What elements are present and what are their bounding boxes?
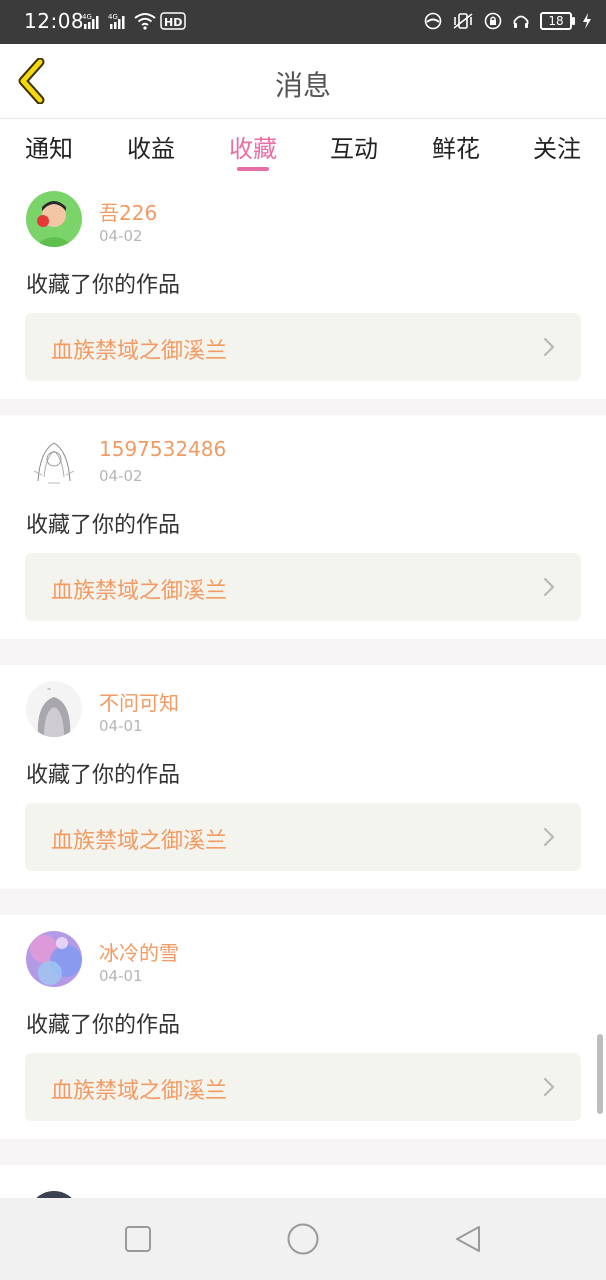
- square-icon[interactable]: [123, 1224, 153, 1254]
- status-bar: 12:08 4G 4G HD 18: [0, 0, 606, 44]
- system-nav-bar: [0, 1198, 606, 1280]
- message-action: 收藏了你的作品: [26, 513, 181, 538]
- work-title: 血族禁域之御溪兰: [51, 339, 228, 364]
- avatar[interactable]: [26, 191, 82, 247]
- vibrate-icon: [453, 13, 473, 29]
- svg-text:HD: HD: [164, 16, 182, 29]
- circle-icon[interactable]: [286, 1222, 320, 1256]
- avatar[interactable]: ~: [26, 681, 82, 737]
- username[interactable]: 吾226: [99, 197, 157, 226]
- svg-text:~: ~: [47, 687, 51, 693]
- camera-icon: [424, 12, 442, 30]
- message-date: 04-02: [99, 467, 143, 485]
- tab-notification[interactable]: 通知: [25, 129, 73, 164]
- message-action: 收藏了你的作品: [26, 763, 181, 788]
- chevron-right-icon: [543, 1077, 555, 1097]
- username[interactable]: 1597532486: [99, 437, 226, 461]
- chevron-right-icon: [543, 577, 555, 597]
- active-tab-indicator: [237, 167, 269, 171]
- scrollbar[interactable]: [597, 1034, 603, 1114]
- work-link[interactable]: 血族禁域之御溪兰: [25, 313, 581, 381]
- message-date: 04-01: [99, 967, 143, 985]
- triangle-back-icon[interactable]: [453, 1224, 483, 1254]
- wifi-icon: [134, 13, 156, 30]
- message-date: 04-02: [99, 227, 143, 245]
- work-title: 血族禁域之御溪兰: [51, 1079, 228, 1104]
- avatar[interactable]: [26, 431, 82, 487]
- chevron-right-icon: [543, 827, 555, 847]
- work-link[interactable]: 血族禁域之御溪兰: [25, 803, 581, 871]
- avatar-image: [26, 431, 82, 487]
- username[interactable]: 不问可知: [99, 687, 179, 716]
- tab-earnings[interactable]: 收益: [127, 129, 175, 164]
- hd-icon: HD: [160, 12, 186, 30]
- list-item: 冰冷的雪 04-01 收藏了你的作品 血族禁域之御溪兰: [0, 915, 606, 1139]
- page-title: 消息: [274, 69, 331, 102]
- battery-icon: 18: [540, 12, 575, 30]
- signal-icon: 4G: [108, 13, 125, 29]
- app-header: 消息: [0, 44, 606, 119]
- svg-text:4G: 4G: [82, 13, 92, 21]
- lock-icon: [484, 12, 502, 30]
- work-link[interactable]: 血族禁域之御溪兰: [25, 1053, 581, 1121]
- tab-follow[interactable]: 关注: [533, 129, 581, 164]
- work-title: 血族禁域之御溪兰: [51, 829, 228, 854]
- avatar[interactable]: [26, 931, 82, 987]
- avatar-image: ~: [26, 681, 82, 737]
- status-time: 12:08: [24, 9, 85, 33]
- chevron-right-icon: [543, 337, 555, 357]
- message-tabs: 通知 收益 收藏 互动 鲜花 关注: [0, 119, 606, 175]
- username[interactable]: 冰冷的雪: [99, 937, 179, 966]
- work-link[interactable]: 血族禁域之御溪兰: [25, 553, 581, 621]
- message-date: 04-01: [99, 717, 143, 735]
- work-title: 血族禁域之御溪兰: [51, 579, 228, 604]
- network-indicators: 4G 4G HD: [82, 12, 186, 30]
- list-item: 吾226 04-02 收藏了你的作品 血族禁域之御溪兰: [0, 175, 606, 399]
- signal-icon: 4G: [82, 13, 99, 29]
- message-action: 收藏了你的作品: [26, 273, 181, 298]
- list-item: ~ 不问可知 04-01 收藏了你的作品 血族禁域之御溪兰: [0, 665, 606, 889]
- avatar-image: [26, 931, 82, 987]
- message-action: 收藏了你的作品: [26, 1013, 181, 1038]
- charging-icon: [583, 13, 591, 29]
- svg-text:4G: 4G: [108, 13, 118, 21]
- list-item: 1597532486 04-02 收藏了你的作品 血族禁域之御溪兰: [0, 415, 606, 639]
- tab-flowers[interactable]: 鲜花: [432, 129, 480, 164]
- headset-icon: [513, 15, 529, 28]
- tab-favorites[interactable]: 收藏: [229, 129, 277, 164]
- tab-interaction[interactable]: 互动: [330, 129, 378, 164]
- system-indicators: 18: [424, 12, 592, 30]
- avatar-image: [26, 191, 82, 247]
